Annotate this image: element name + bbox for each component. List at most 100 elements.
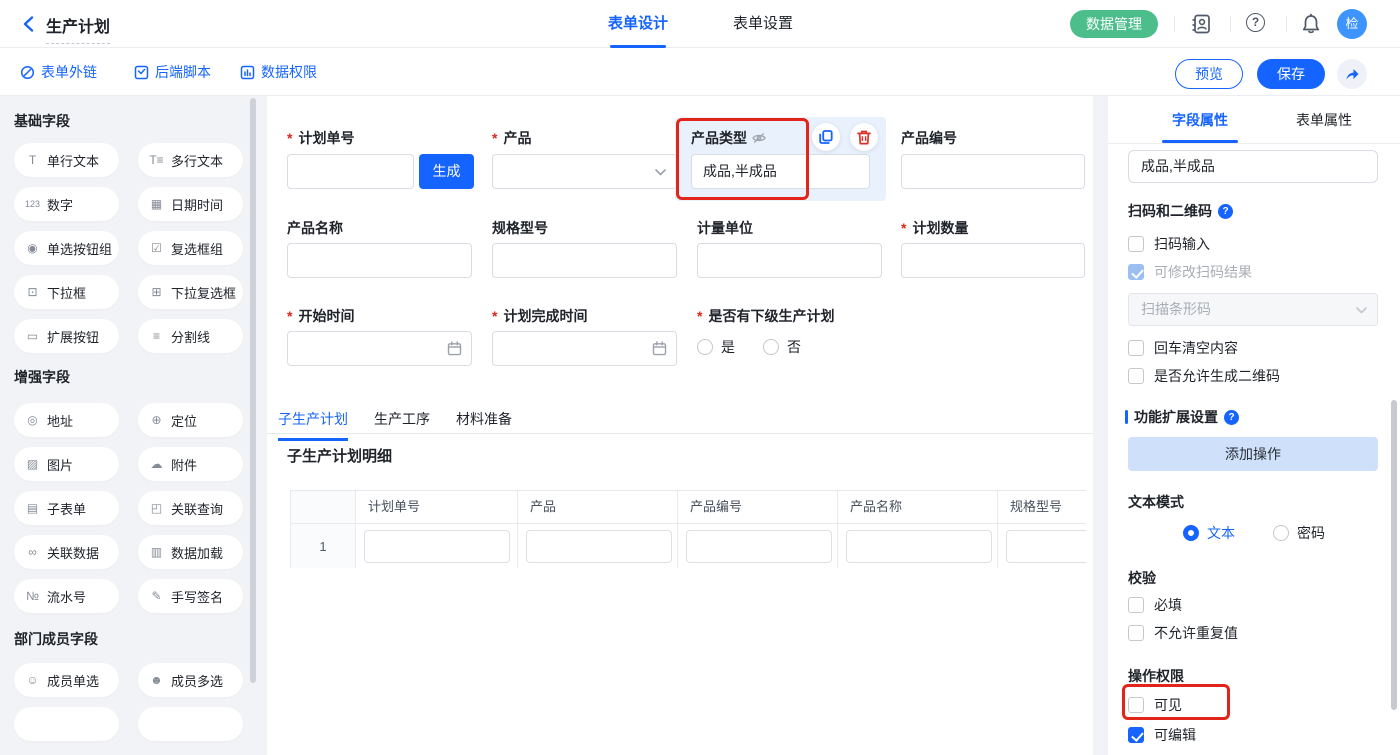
cell-product-input[interactable]: [526, 530, 672, 563]
field-item-multi-line-text[interactable]: T≡多行文本: [138, 143, 243, 177]
checkbox-editable[interactable]: 可编辑: [1128, 725, 1196, 745]
subtable-row: 1: [291, 524, 1086, 568]
radio-text-mode-text[interactable]: 文本: [1183, 523, 1235, 543]
field-item-label: 关联数据: [47, 543, 99, 562]
product-select[interactable]: [492, 154, 677, 189]
unit-input[interactable]: [697, 243, 882, 278]
radio-selected: [1183, 525, 1199, 541]
radio-label: 文本: [1207, 523, 1235, 543]
share-button[interactable]: [1337, 59, 1367, 89]
checkbox-no-duplicate[interactable]: 不允许重复值: [1128, 623, 1238, 643]
field-item-location[interactable]: ⊕定位: [138, 403, 243, 437]
field-item-divider-line[interactable]: ≡分割线: [138, 319, 243, 353]
form-external-link[interactable]: 表单外链: [20, 62, 97, 82]
field-item-datetime[interactable]: ▦日期时间: [138, 187, 243, 221]
field-item-address[interactable]: ◎地址: [14, 403, 119, 437]
radio-yes-label: 是: [721, 337, 735, 357]
data-manage-button[interactable]: 数据管理: [1070, 10, 1158, 38]
field-item-label: 复选框组: [171, 239, 223, 258]
cell-plan-no-input[interactable]: [364, 530, 510, 563]
section-bar: [1125, 410, 1128, 424]
trash-icon: [857, 130, 871, 145]
field-item-signature[interactable]: ✎手写签名: [138, 579, 243, 613]
preview-button[interactable]: 预览: [1175, 59, 1243, 89]
linked-data-icon: ∞: [25, 545, 40, 559]
cell-product-name-input[interactable]: [846, 530, 992, 563]
product-type-input[interactable]: 成品,半成品: [691, 154, 870, 189]
field-item-serial-number[interactable]: №流水号: [14, 579, 119, 613]
field-item-number[interactable]: 123数字: [14, 187, 119, 221]
field-item-extend-button[interactable]: ▭扩展按钮: [14, 319, 119, 353]
field-item-label: 地址: [47, 411, 73, 430]
field-item-single-line-text[interactable]: T单行文本: [14, 143, 119, 177]
checkbox-allow-qrcode[interactable]: 是否允许生成二维码: [1128, 366, 1280, 386]
field-item-data-load[interactable]: ▥数据加载: [138, 535, 243, 569]
checkbox-label: 可编辑: [1154, 725, 1196, 745]
tab-field-properties[interactable]: 字段属性: [1160, 110, 1240, 130]
checkbox-visible[interactable]: 可见: [1128, 695, 1182, 715]
field-item-member-single[interactable]: ☺成员单选: [14, 663, 119, 697]
field-library-sidebar: 基础字段 T单行文本 T≡多行文本 123数字 ▦日期时间 ◉单选按钮组 ☑复选…: [0, 96, 260, 755]
checkbox-clear-on-enter[interactable]: 回车清空内容: [1128, 338, 1238, 358]
backend-script-link[interactable]: 后端脚本: [134, 62, 211, 82]
field-label-product-type: 产品类型: [691, 130, 766, 146]
field-item-label: 日期时间: [171, 195, 223, 214]
cell-spec-model-input[interactable]: [1006, 530, 1086, 563]
generate-button[interactable]: 生成: [419, 154, 474, 189]
product-code-input[interactable]: [901, 154, 1085, 189]
field-value-input[interactable]: 成品,半成品: [1128, 150, 1378, 183]
row-index: 1: [291, 524, 356, 568]
field-item-subform[interactable]: ▤子表单: [14, 491, 119, 525]
back-icon[interactable]: [20, 15, 38, 33]
contacts-icon[interactable]: [1190, 13, 1212, 35]
radio-yes[interactable]: 是: [697, 337, 735, 357]
divider: [1230, 16, 1231, 32]
field-item-member-multi[interactable]: ☻成员多选: [138, 663, 243, 697]
radio-no[interactable]: 否: [763, 337, 801, 357]
checkbox-required[interactable]: 必填: [1128, 595, 1182, 615]
plan-qty-input[interactable]: [901, 243, 1085, 278]
field-item-image[interactable]: ▨图片: [14, 447, 119, 481]
link-icon: [20, 65, 35, 80]
help-icon[interactable]: ?: [1246, 13, 1265, 32]
checkbox-label: 扫码输入: [1154, 234, 1210, 254]
field-item-multi-dropdown[interactable]: ⊞下拉复选框: [138, 275, 243, 309]
page-title[interactable]: 生产计划: [46, 13, 110, 44]
data-permission-link[interactable]: 数据权限: [240, 62, 317, 82]
field-item-radio-group[interactable]: ◉单选按钮组: [14, 231, 119, 265]
help-icon[interactable]: ?: [1224, 410, 1239, 425]
bell-icon[interactable]: [1300, 13, 1322, 35]
tab-form-design[interactable]: 表单设计: [595, 0, 681, 48]
field-item-partial[interactable]: [138, 707, 243, 741]
tab-sub-production-plan[interactable]: 子生产计划: [278, 409, 348, 441]
product-name-input[interactable]: [287, 243, 472, 278]
finish-time-input[interactable]: [492, 331, 677, 366]
field-item-checkbox-group[interactable]: ☑复选框组: [138, 231, 243, 265]
sidebar-scrollbar[interactable]: [250, 98, 256, 683]
delete-field-button[interactable]: [850, 123, 878, 151]
field-item-linked-data[interactable]: ∞ 关联数据: [14, 535, 119, 569]
avatar[interactable]: 检: [1337, 9, 1367, 39]
radio-text-mode-password[interactable]: 密码: [1273, 523, 1325, 543]
help-icon[interactable]: ?: [1218, 204, 1233, 219]
section-enhanced-fields: 增强字段: [14, 367, 70, 387]
tab-form-settings[interactable]: 表单设置: [720, 0, 806, 48]
field-item-attachment[interactable]: ☁附件: [138, 447, 243, 481]
header-product-code: 产品编号: [678, 491, 838, 524]
spec-model-input[interactable]: [492, 243, 677, 278]
field-item-linked-query[interactable]: ◰关联查询: [138, 491, 243, 525]
cell-product-code-input[interactable]: [686, 530, 832, 563]
field-item-label: 数字: [47, 195, 73, 214]
field-item-partial[interactable]: [14, 707, 119, 741]
save-button[interactable]: 保存: [1257, 59, 1325, 89]
add-operation-button[interactable]: 添加操作: [1128, 437, 1378, 471]
start-time-input[interactable]: [287, 331, 472, 366]
checkbox-scan-input[interactable]: 扫码输入: [1128, 234, 1210, 254]
field-item-dropdown[interactable]: ⊡下拉框: [14, 275, 119, 309]
panel-scrollbar[interactable]: [1391, 400, 1397, 710]
tab-form-properties[interactable]: 表单属性: [1284, 110, 1364, 130]
checkbox-modify-scan-result[interactable]: 可修改扫码结果: [1128, 262, 1252, 282]
copy-field-button[interactable]: [812, 123, 840, 151]
scan-type-select[interactable]: 扫描条形码: [1128, 293, 1378, 326]
plan-no-input[interactable]: [287, 154, 414, 189]
